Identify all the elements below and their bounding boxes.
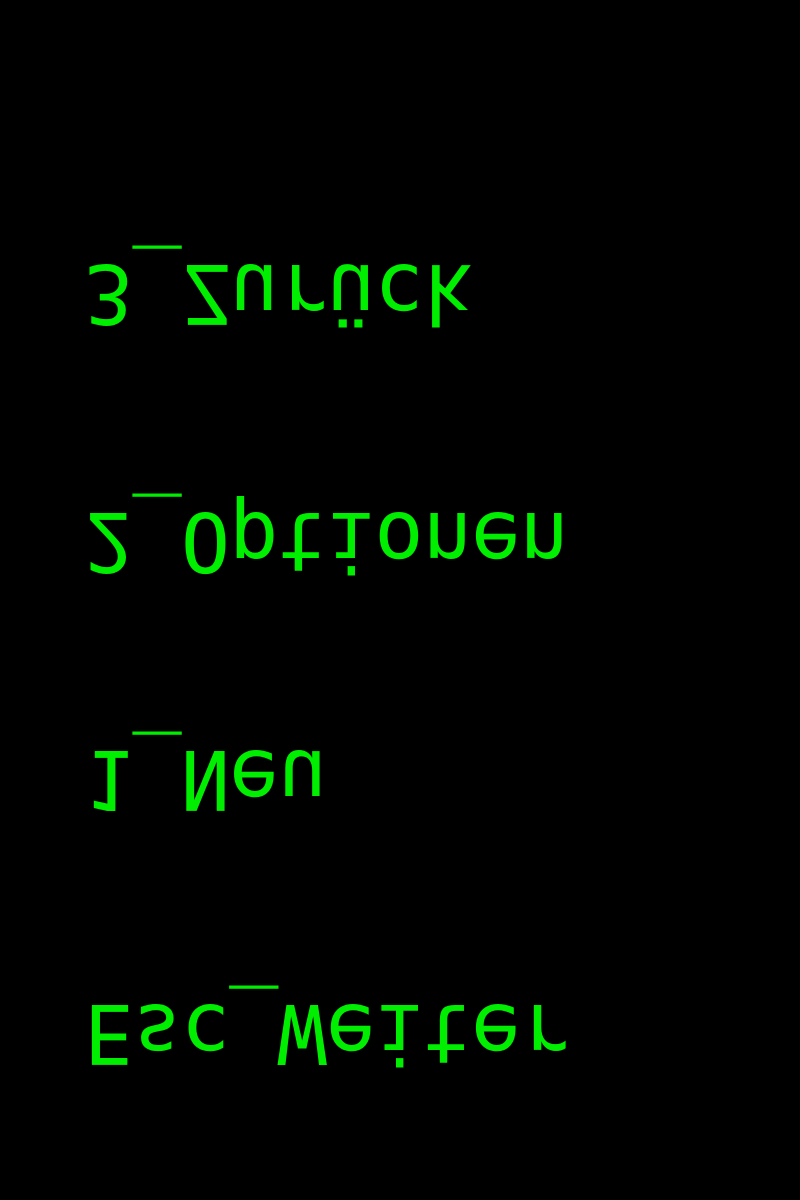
menu-item-label: Optionen [180,493,568,588]
menu-item-separator: _ [132,731,181,826]
menu-item-separator: _ [132,245,181,340]
menu-item-label: Zurück [180,245,471,340]
menu-item-separator: _ [132,493,181,588]
menu-item-key: 3 [84,245,133,340]
menu-item-key: 1 [84,731,133,826]
pause-menu: Esc_Weiter 1_Neu 2_Optionen 3_Zurück [0,0,800,1200]
menu-item-label: Neu [180,731,326,826]
menu-item-options[interactable]: 2_Optionen [84,493,568,588]
menu-item-separator: _ [229,985,278,1080]
menu-item-back[interactable]: 3_Zurück [84,245,471,340]
menu-item-continue[interactable]: Esc_Weiter [84,985,568,1080]
menu-item-label: Weiter [277,985,568,1080]
menu-item-key: 2 [84,493,133,588]
menu-item-key: Esc [84,985,230,1080]
menu-item-new[interactable]: 1_Neu [84,731,326,826]
